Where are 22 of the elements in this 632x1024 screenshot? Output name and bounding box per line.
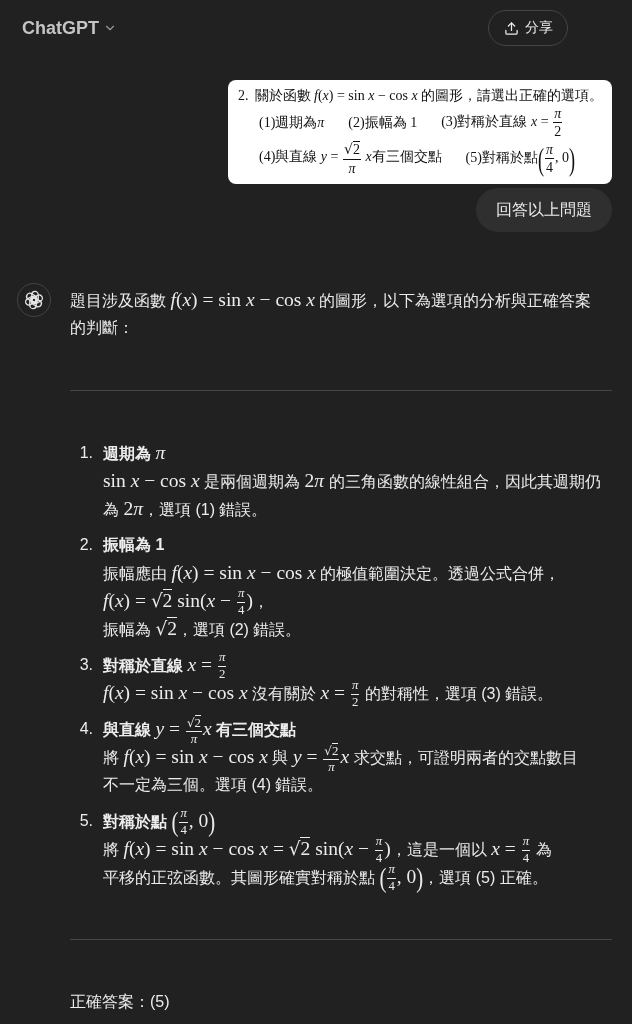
list-number: 2.	[79, 535, 94, 555]
option-text: (4)與直線 y = √2 π x有三個交點	[259, 141, 442, 176]
list-number: 3.	[79, 655, 94, 675]
question-text: 關於函數 f(x) = sin x − cos x 的圖形，請選出正確的選項。	[254, 87, 604, 105]
question-number: 2.	[238, 87, 249, 105]
user-message: 回答以上問題	[476, 188, 612, 232]
model-selector[interactable]: ChatGPT	[14, 13, 125, 43]
response-text: 題目涉及函數 f(x) = sin x − cos x 的圖形，以下為選項的分析與正確答案 的判斷：	[70, 288, 593, 338]
knot-logo-icon	[17, 283, 51, 317]
option-text: (1)週期為π	[259, 113, 325, 132]
item-title: 振幅為 1	[103, 535, 166, 555]
list-number: 4.	[79, 719, 94, 739]
option-text: (2)振幅為 1	[348, 113, 418, 132]
share-button[interactable]: 分享	[488, 10, 568, 46]
item-text: 將 f(x) = sin x − cos x 與 y = √2 π x 求交點，可證明兩者的交點數目 不一定為三個。選項 (4) 錯誤。	[103, 743, 579, 795]
item-title: 週期為 π	[103, 441, 167, 465]
list-number: 1.	[79, 443, 94, 463]
item-title: 與直線 y = √2 π x 有三個交點	[103, 715, 298, 743]
item-text: sin x − cos x 是兩個週期為 2π 的三角函數的線性組合，因此其週期仍 為 2π，選項 (1) 錯誤。	[103, 469, 602, 521]
list-number: 5.	[79, 811, 94, 831]
answer-text: 正確答案：(5)	[70, 992, 171, 1012]
upload-icon	[503, 20, 519, 36]
